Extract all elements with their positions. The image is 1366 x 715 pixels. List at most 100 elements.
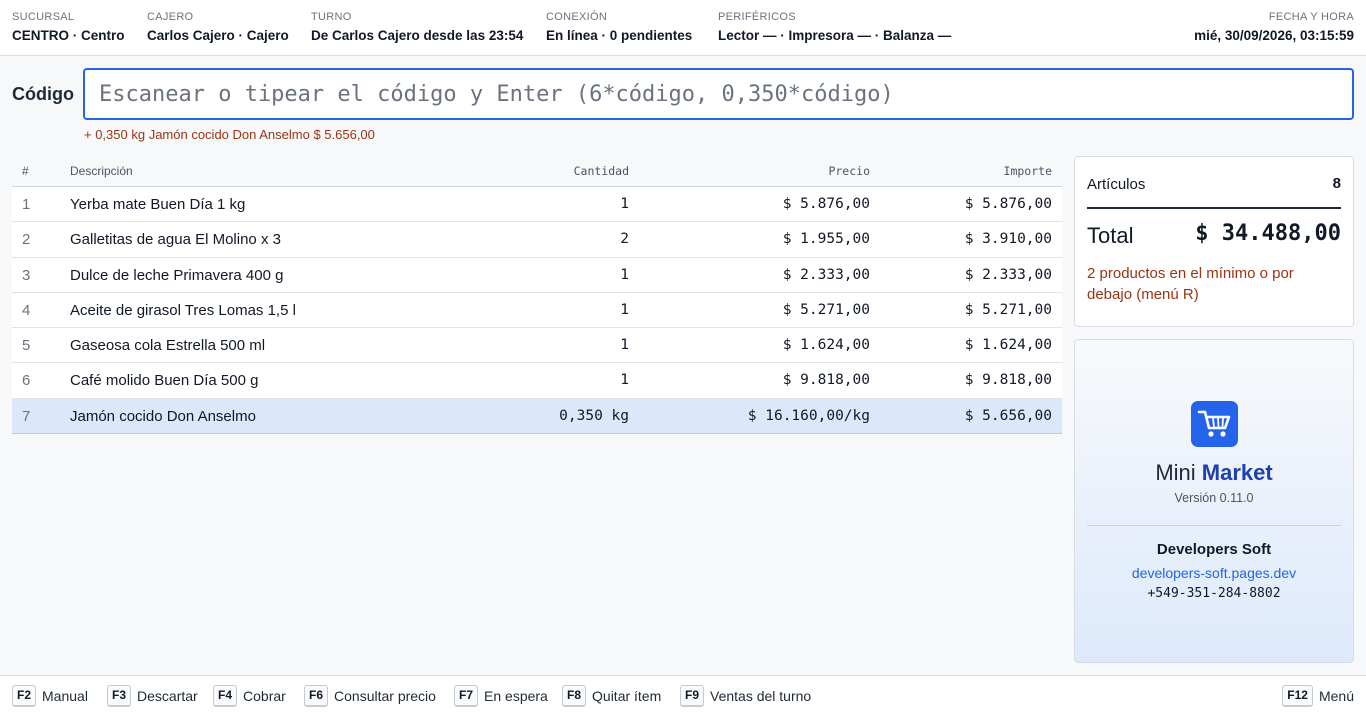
items-label: Artículos <box>1087 176 1146 193</box>
row-description: Dulce de leche Primavera 400 g <box>70 266 284 284</box>
developer-name: Developers Soft <box>1156 541 1272 558</box>
menu-label: Menú <box>1318 688 1354 704</box>
shortcut-label: Cobrar <box>243 688 286 704</box>
table-row[interactable]: 7 Jamón cocido Don Anselmo 0,350 kg $ 16.16… <box>12 398 1062 435</box>
row-amount: $ 1.624,00 <box>964 337 1052 354</box>
shift-info: TURNO De Carlos Cajero desde las 23:54 <box>311 11 523 44</box>
peripherals-info: PERIFÉRICOS Lector — · Impresora — · Bal… <box>718 11 951 44</box>
row-number: 4 <box>22 301 31 319</box>
total-label: Total <box>1087 223 1134 248</box>
shortcut-f3-button[interactable]: F3 Descartar <box>107 685 198 707</box>
cashier-value: Carlos Cajero · Cajero <box>147 28 289 43</box>
header-num: # <box>22 164 29 178</box>
row-amount: $ 5.876,00 <box>964 196 1052 212</box>
peripherals-value: Lector — · Impresora — · Balanza — <box>718 28 952 43</box>
row-quantity: 1 <box>620 196 629 212</box>
shortcut-label: Consultar precio <box>334 688 436 704</box>
row-price: $ 5.876,00 <box>782 196 870 212</box>
datetime-value: mié, 30/09/2026, 03:15:59 <box>1194 28 1354 43</box>
table-row[interactable]: 2 Galletitas de agua El Molino x 3 2 $ 1.95… <box>12 222 1062 258</box>
row-description: Galletitas de agua El Molino x 3 <box>70 231 281 249</box>
row-price: $ 5.271,00 <box>782 301 870 318</box>
status-header: SUCURSAL CENTRO · Centro CAJERO Carlos C… <box>0 0 1366 56</box>
row-description: Yerba mate Buen Día 1 kg <box>70 196 246 213</box>
shortcut-key: F6 <box>304 685 329 707</box>
app-name: Mini Market <box>1075 460 1353 486</box>
table-row[interactable]: 4 Aceite de girasol Tres Lomas 1,5 l 1 $ 5.… <box>12 292 1062 329</box>
shortcut-label: En espera <box>484 688 548 704</box>
row-amount: $ 5.271,00 <box>964 301 1052 318</box>
shortcut-label: Descartar <box>137 688 198 704</box>
total-value: $ 34.488,00 <box>1195 221 1341 246</box>
table-row[interactable]: 5 Gaseosa cola Estrella 500 ml 1 $ 1.624,00… <box>12 328 1062 364</box>
row-price: $ 1.624,00 <box>782 337 870 354</box>
row-price: $ 2.333,00 <box>782 266 870 283</box>
brand-panel: Mini Market Versión 0.11.0 Developers So… <box>1074 339 1354 663</box>
row-price: $ 9.818,00 <box>782 372 870 389</box>
row-number: 6 <box>22 372 31 390</box>
developer-website-link[interactable]: developers-soft.pages.dev <box>1075 565 1353 581</box>
shortcut-label: Ventas del turno <box>710 688 812 704</box>
menu-key: F12 <box>1282 685 1313 707</box>
row-amount: $ 5.656,00 <box>964 407 1052 424</box>
shortcut-f9-button[interactable]: F9 Ventas del turno <box>680 685 811 707</box>
app-name-light: Mini <box>1155 460 1202 485</box>
row-description: Café molido Buen Día 500 g <box>70 372 259 390</box>
shortcut-key: F9 <box>680 685 705 707</box>
shortcut-f4-button[interactable]: F4 Cobrar <box>213 685 286 707</box>
shortcut-key: F8 <box>562 685 587 707</box>
app-name-bold: Market <box>1201 460 1273 485</box>
shortcut-f8-button[interactable]: F8 Quitar ítem <box>562 685 661 707</box>
shortcut-key: F4 <box>213 685 238 707</box>
app-version: Versión 0.11.0 <box>1174 491 1254 505</box>
table-row[interactable]: 1 Yerba mate Buen Día 1 kg 1 $ 5.876,00 $ 5.… <box>12 187 1062 223</box>
last-added-item: + 0,350 kg Jamón cocido Don Anselmo $ 5.… <box>84 127 375 142</box>
menu-shortcut-button[interactable]: F12 Menú <box>1282 685 1354 707</box>
row-amount: $ 9.818,00 <box>964 372 1052 389</box>
row-quantity: 1 <box>620 266 629 283</box>
row-quantity: 1 <box>620 301 629 318</box>
row-quantity: 0,350 kg <box>559 407 629 424</box>
table-row[interactable]: 3 Dulce de leche Primavera 400 g 1 $ 2.333,… <box>12 257 1062 293</box>
items-count: 8 <box>1332 175 1341 192</box>
low-stock-warning: 2 productos en el mínimo o por debajo (m… <box>1087 265 1294 303</box>
items-table: # Descripción Cantidad Precio Importe 1 Y… <box>12 156 1062 435</box>
shift-label: TURNO <box>311 11 352 23</box>
header-amount: Importe <box>1003 164 1052 178</box>
shortcut-f7-button[interactable]: F7 En espera <box>454 685 548 707</box>
shortcut-label: Quitar ítem <box>592 688 662 704</box>
datetime-label: FECHA Y HORA <box>1268 11 1354 23</box>
row-quantity: 1 <box>620 337 629 354</box>
shortcut-f2-button[interactable]: F2 Manual <box>12 685 88 707</box>
row-quantity: 1 <box>620 372 629 389</box>
header-description: Descripción <box>70 164 133 178</box>
developer-phone: +549-351-284-8802 <box>1147 586 1281 601</box>
shortcut-key: F3 <box>107 685 132 707</box>
row-description: Gaseosa cola Estrella 500 ml <box>70 337 266 355</box>
shortcut-f6-button[interactable]: F6 Consultar precio <box>304 685 436 707</box>
row-description: Jamón cocido Don Anselmo <box>70 407 256 425</box>
barcode-input[interactable] <box>83 68 1354 120</box>
row-price: $ 1.955,00 <box>782 231 870 248</box>
row-number: 2 <box>22 231 31 249</box>
cashier-info: CAJERO Carlos Cajero · Cajero <box>147 11 289 44</box>
logo-badge <box>1191 401 1238 447</box>
connection-info: CONEXIÓN En línea · 0 pendientes <box>546 11 692 44</box>
shortcut-bar: F2 Manual F3 Descartar F4 Cobrar F6 Consultar p… <box>0 675 1366 715</box>
row-number: 1 <box>22 196 31 213</box>
branch-value: CENTRO · Centro <box>12 28 125 43</box>
row-number: 7 <box>22 407 31 425</box>
branch-label: SUCURSAL <box>12 11 75 23</box>
peripherals-label: PERIFÉRICOS <box>718 11 796 23</box>
code-label: Código <box>12 84 74 104</box>
cashier-label: CAJERO <box>147 11 194 23</box>
row-number: 5 <box>22 337 31 355</box>
sale-summary-panel: Artículos 8 Total $ 34.488,00 2 producto… <box>1074 156 1354 327</box>
row-description: Aceite de girasol Tres Lomas 1,5 l <box>70 301 296 319</box>
table-row[interactable]: 6 Café molido Buen Día 500 g 1 $ 9.818,00 $ … <box>12 363 1062 399</box>
connection-label: CONEXIÓN <box>546 11 608 23</box>
header-quantity: Cantidad <box>573 164 629 178</box>
brand-divider <box>1087 525 1341 526</box>
shortcut-label: Manual <box>42 688 88 704</box>
datetime-info: FECHA Y HORA mié, 30/09/2026, 03:15:59 <box>1194 11 1354 44</box>
